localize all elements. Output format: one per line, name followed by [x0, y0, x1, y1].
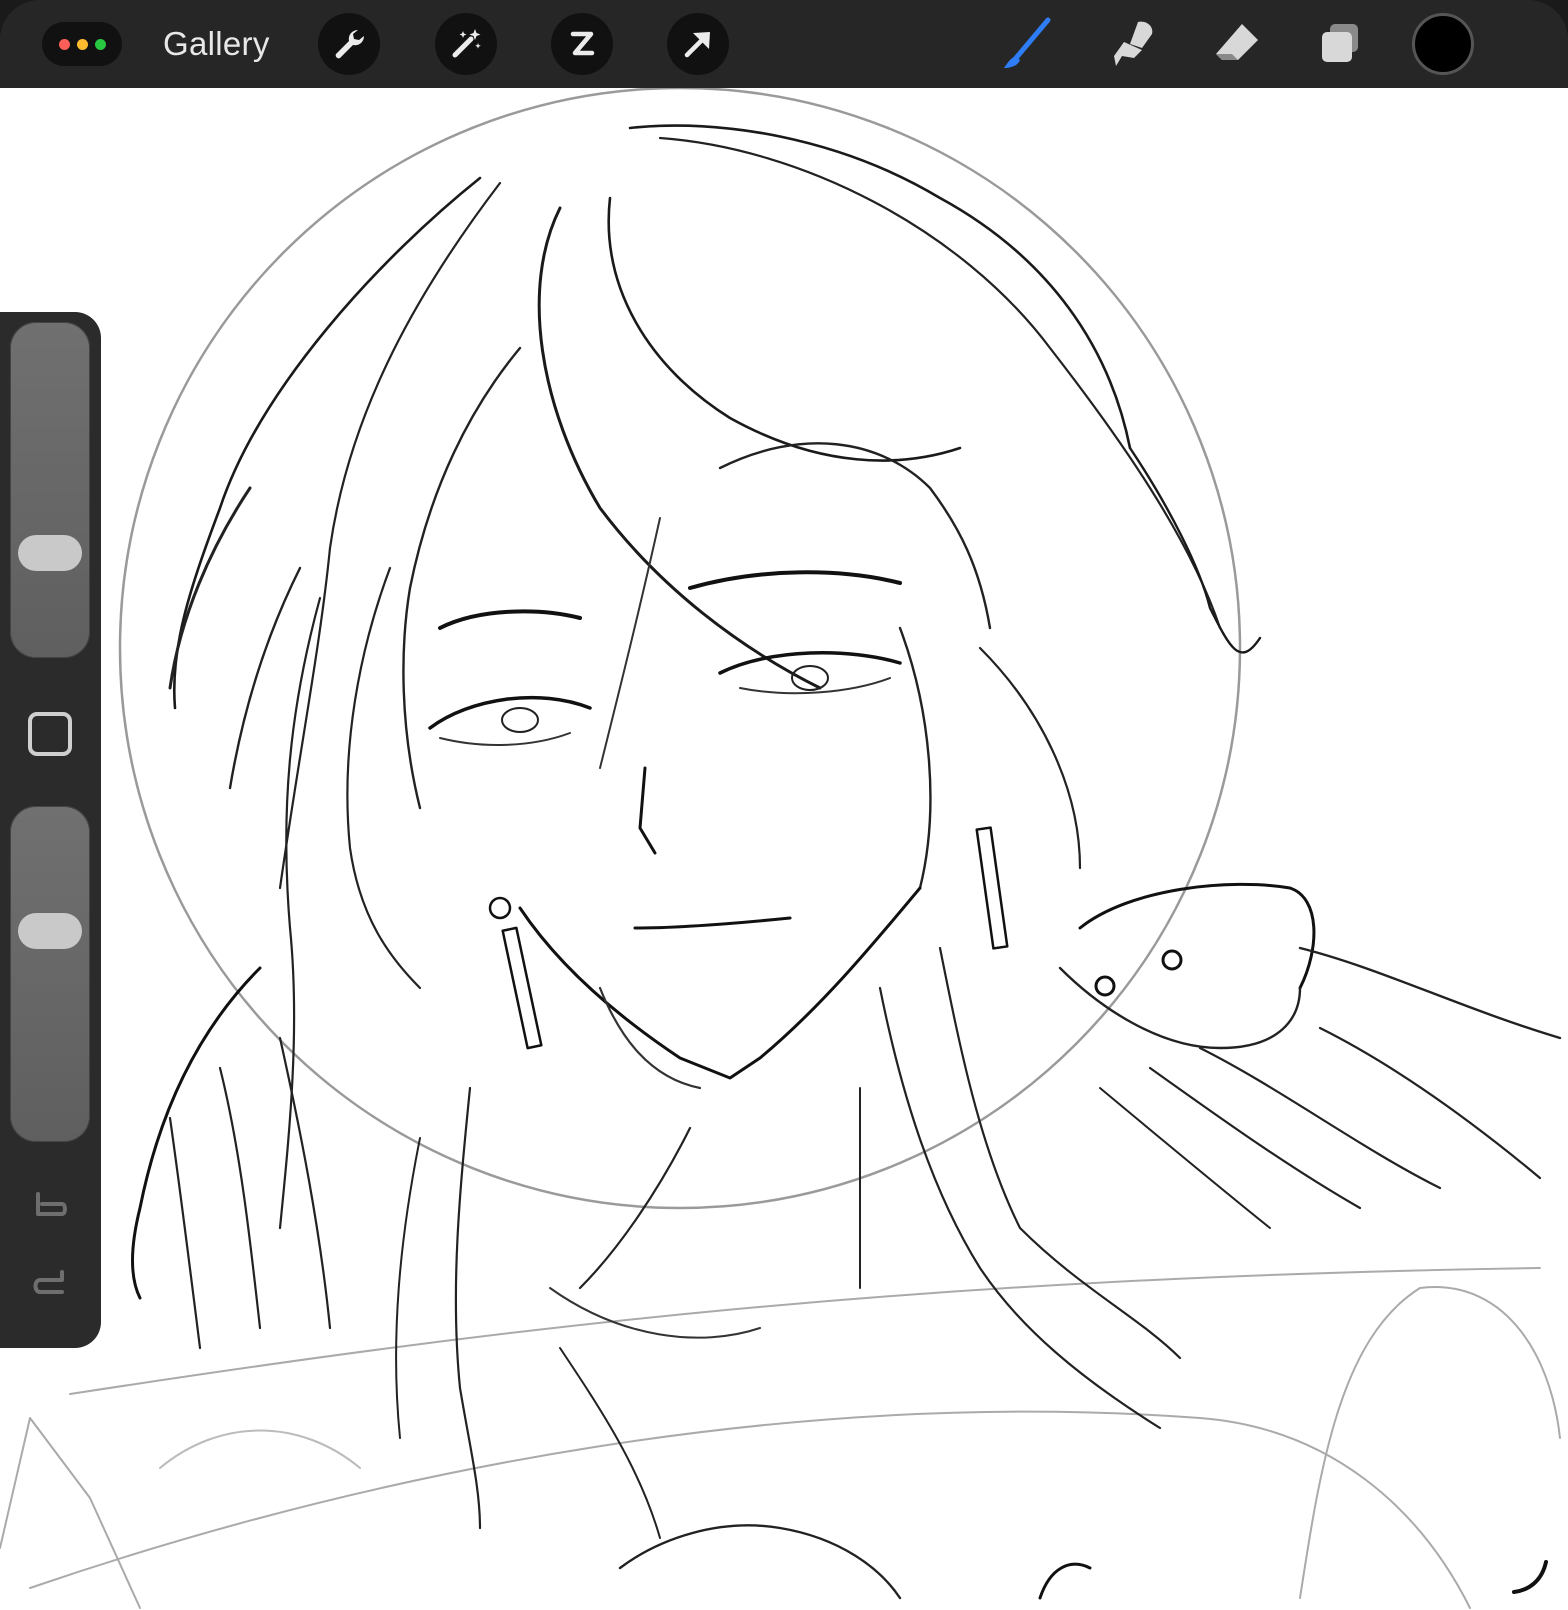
- wrench-icon: [335, 29, 365, 59]
- adjustments-button[interactable]: [435, 13, 497, 75]
- line-sketch-icon: [0, 88, 1562, 1609]
- layers-icon: [1322, 24, 1358, 62]
- eraser-button[interactable]: [1206, 14, 1266, 74]
- redo-button[interactable]: [26, 1262, 74, 1306]
- layers-button[interactable]: [1310, 14, 1370, 74]
- modify-button[interactable]: [28, 712, 72, 756]
- brush-button[interactable]: [998, 14, 1058, 74]
- color-swatch-button[interactable]: [1412, 13, 1474, 75]
- drawing-canvas[interactable]: [0, 88, 1568, 1610]
- close-dot-icon[interactable]: [58, 38, 70, 50]
- procreate-app: Gallery: [0, 0, 1568, 1610]
- minimize-dot-icon[interactable]: [76, 38, 88, 50]
- left-sidebar: [0, 312, 101, 1348]
- top-toolbar: Gallery: [0, 0, 1568, 88]
- zoom-dot-icon[interactable]: [94, 38, 106, 50]
- arrow-cursor-icon: [684, 32, 710, 58]
- undo-button[interactable]: [26, 1184, 74, 1228]
- opacity-slider[interactable]: [10, 806, 90, 1142]
- actions-button[interactable]: [318, 13, 380, 75]
- magic-wand-icon: [452, 29, 481, 58]
- eraser-icon: [1216, 24, 1258, 60]
- smudge-icon: [1114, 21, 1153, 66]
- opacity-slider-thumb[interactable]: [18, 913, 82, 949]
- brush-size-slider-thumb[interactable]: [18, 535, 82, 571]
- brush-icon: [1004, 17, 1051, 68]
- redo-icon: [33, 1270, 64, 1294]
- gallery-button[interactable]: Gallery: [163, 22, 270, 66]
- transform-button[interactable]: [667, 13, 729, 75]
- window-controls[interactable]: [42, 22, 122, 66]
- smudge-button[interactable]: [1102, 14, 1162, 74]
- corner-gesture-icon: [1512, 1560, 1548, 1594]
- brush-size-slider[interactable]: [10, 322, 90, 658]
- selection-s-icon: [570, 31, 595, 56]
- undo-icon: [36, 1192, 67, 1216]
- selection-button[interactable]: [551, 13, 613, 75]
